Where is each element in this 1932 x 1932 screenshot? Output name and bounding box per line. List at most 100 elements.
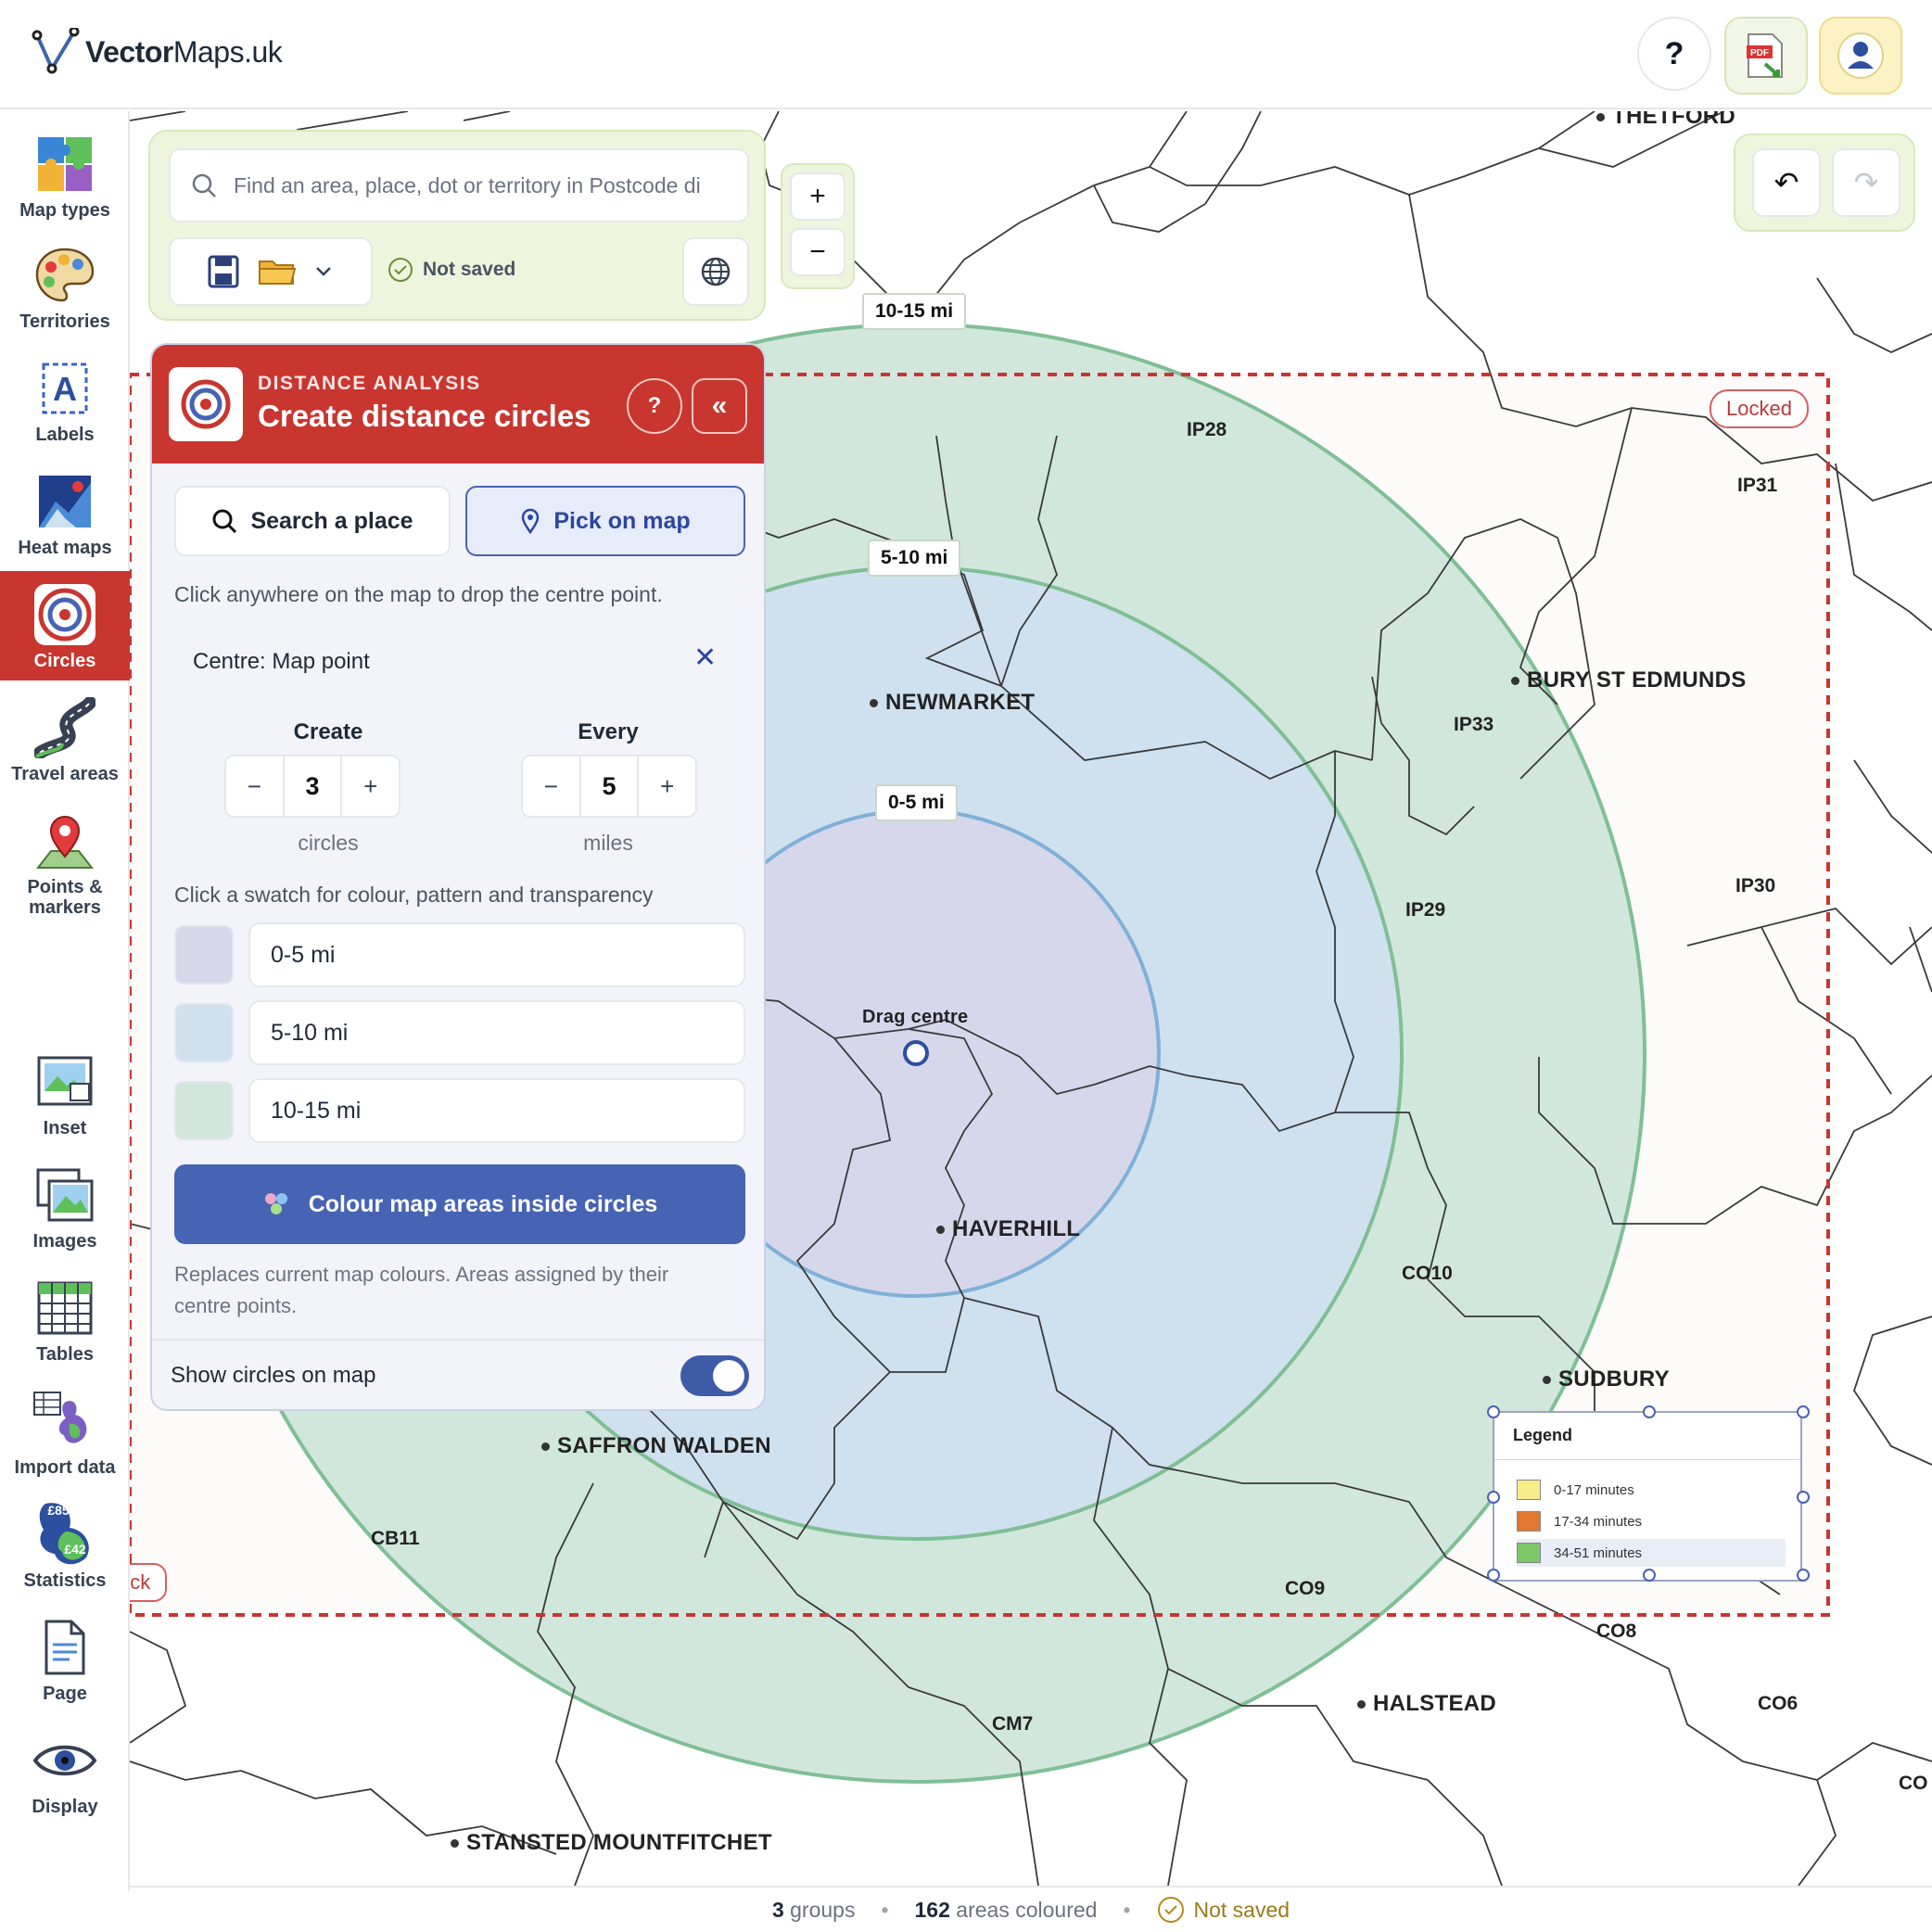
sidebar-item-import-data[interactable]: Import data — [0, 1378, 130, 1487]
lock-badge[interactable]: ock — [130, 1563, 168, 1602]
help-button[interactable]: ? — [1637, 17, 1711, 91]
sidebar-item-label: Import data — [14, 1457, 116, 1478]
locked-badge[interactable]: Locked — [1710, 389, 1809, 428]
circle-count-value[interactable]: 3 — [282, 756, 343, 816]
label-a-icon: A — [32, 356, 97, 421]
decrement-button[interactable]: − — [523, 756, 579, 816]
map-pin-icon — [32, 808, 97, 873]
postcode-label: CB11 — [371, 1528, 420, 1549]
postcode-label: IP31 — [1737, 475, 1778, 496]
resize-handle[interactable] — [1797, 1491, 1810, 1504]
ring-name-field[interactable]: 0-5 mi — [248, 922, 745, 987]
zoom-controls: + − — [781, 163, 855, 289]
create-label: Create — [293, 719, 363, 744]
interval-stepper[interactable]: − 5 + — [521, 755, 697, 818]
sidebar-item-heat-maps[interactable]: Heat maps — [0, 458, 130, 567]
place-label: SUDBURY — [1543, 1366, 1670, 1392]
heat-map-icon — [32, 469, 97, 534]
pdf-export-button[interactable]: PDF — [1724, 17, 1808, 95]
sidebar-item-circles[interactable]: Circles — [0, 571, 130, 680]
swatch-5-10[interactable] — [174, 1003, 234, 1062]
resize-handle[interactable] — [1487, 1405, 1500, 1418]
ring-label-10-15: 10-15 mi — [862, 293, 967, 330]
legend-item: 17-34 minutes — [1517, 1507, 1786, 1535]
clear-centre-button[interactable]: ✕ — [693, 642, 717, 674]
place-label: HALSTEAD — [1357, 1691, 1496, 1717]
sidebar-item-label: Travel areas — [11, 764, 119, 784]
miles-unit: miles — [583, 831, 633, 855]
sidebar-item-territories[interactable]: Territories — [0, 232, 130, 341]
sidebar-item-images[interactable]: Images — [0, 1151, 130, 1261]
sidebar-item-statistics[interactable]: £85 £42 Statistics — [0, 1491, 130, 1600]
chevron-down-icon[interactable] — [315, 266, 332, 277]
ring-name-field[interactable]: 10-15 mi — [248, 1078, 745, 1143]
sidebar-item-label: Circles — [33, 651, 96, 671]
redo-button[interactable]: ↷ — [1832, 148, 1900, 217]
increment-button[interactable]: + — [342, 756, 399, 816]
open-folder-icon[interactable] — [258, 256, 297, 287]
interval-value[interactable]: 5 — [578, 756, 640, 816]
logo-text-rest: Maps.uk — [172, 34, 283, 69]
colour-areas-button[interactable]: Colour map areas inside circles — [174, 1164, 745, 1244]
search-icon — [192, 173, 216, 197]
globe-icon — [701, 257, 731, 286]
resize-handle[interactable] — [1487, 1569, 1500, 1582]
history-controls: ↶ ↷ — [1734, 133, 1915, 232]
swatch-10-15[interactable] — [174, 1081, 234, 1140]
swatch-0-5[interactable] — [174, 925, 234, 985]
svg-text:£42: £42 — [64, 1542, 86, 1557]
sidebar-item-tables[interactable]: Tables — [0, 1265, 130, 1374]
resize-handle[interactable] — [1797, 1405, 1810, 1418]
globe-button[interactable] — [682, 237, 749, 306]
resize-handle[interactable] — [1643, 1569, 1656, 1582]
resize-handle[interactable] — [1643, 1405, 1656, 1418]
check-circle-icon — [1157, 1897, 1184, 1923]
zoom-out-button[interactable]: − — [790, 228, 845, 276]
sidebar-item-labels[interactable]: A Labels — [0, 345, 130, 454]
swatch-hint: Click a swatch for colour, pattern and t… — [174, 883, 654, 907]
map-legend[interactable]: Legend 0-17 minutes 17-34 minutes 34-51 … — [1487, 1405, 1810, 1582]
sidebar-item-inset[interactable]: Inset — [0, 1038, 130, 1148]
user-icon — [1837, 32, 1884, 79]
panel-help-button[interactable]: ? — [627, 378, 682, 434]
ring-label-0-5: 0-5 mi — [875, 784, 958, 821]
zoom-in-button[interactable]: + — [790, 172, 845, 221]
svg-text:A: A — [53, 370, 77, 408]
app-header: VectorMaps.uk ? PDF — [0, 0, 1932, 109]
search-input[interactable]: Find an area, place, dot or territory in… — [169, 148, 749, 222]
file-menu[interactable] — [169, 237, 373, 306]
search-place-button[interactable]: Search a place — [174, 486, 451, 556]
sidebar-item-page[interactable]: Page — [0, 1604, 130, 1713]
pdf-icon: PDF — [1747, 33, 1783, 78]
collapse-panel-button[interactable]: « — [692, 378, 747, 434]
sidebar-item-label: Images — [32, 1231, 97, 1252]
sidebar-item-travel-areas[interactable]: Travel areas — [0, 684, 130, 794]
increment-button[interactable]: + — [639, 756, 695, 816]
place-label: HAVERHILL — [936, 1216, 1080, 1242]
sidebar-item-map-types[interactable]: Map types — [0, 121, 130, 230]
panel-header: DISTANCE ANALYSIS Create distance circle… — [152, 345, 764, 464]
logo-text-bold: Vector — [85, 34, 173, 69]
import-icon — [32, 1389, 97, 1454]
puzzle-icon — [32, 132, 97, 197]
sidebar-item-label: Labels — [35, 425, 95, 445]
sidebar-item-display[interactable]: Display — [0, 1717, 130, 1826]
postcode-label: CO10 — [1402, 1263, 1453, 1284]
sidebar-item-points-markers[interactable]: Points & markers — [0, 797, 130, 927]
account-button[interactable] — [1819, 17, 1902, 95]
ring-name-field[interactable]: 5-10 mi — [248, 1000, 745, 1065]
circle-count-stepper[interactable]: − 3 + — [224, 755, 400, 818]
statistics-icon: £85 £42 — [32, 1502, 97, 1567]
undo-button[interactable]: ↶ — [1752, 148, 1821, 217]
app-logo[interactable]: VectorMaps.uk — [32, 28, 283, 76]
decrement-button[interactable]: − — [226, 756, 283, 816]
place-label: SAFFRON WALDEN — [541, 1433, 771, 1459]
show-circles-toggle[interactable] — [680, 1355, 749, 1396]
place-label: BURY ST EDMUNDS — [1511, 667, 1747, 693]
resize-handle[interactable] — [1797, 1569, 1810, 1582]
pick-on-map-button[interactable]: Pick on map — [465, 486, 745, 556]
vectormaps-logo-icon — [32, 28, 80, 74]
resize-handle[interactable] — [1487, 1491, 1500, 1504]
save-icon[interactable] — [208, 255, 239, 288]
postcode-label: IP30 — [1735, 875, 1776, 896]
